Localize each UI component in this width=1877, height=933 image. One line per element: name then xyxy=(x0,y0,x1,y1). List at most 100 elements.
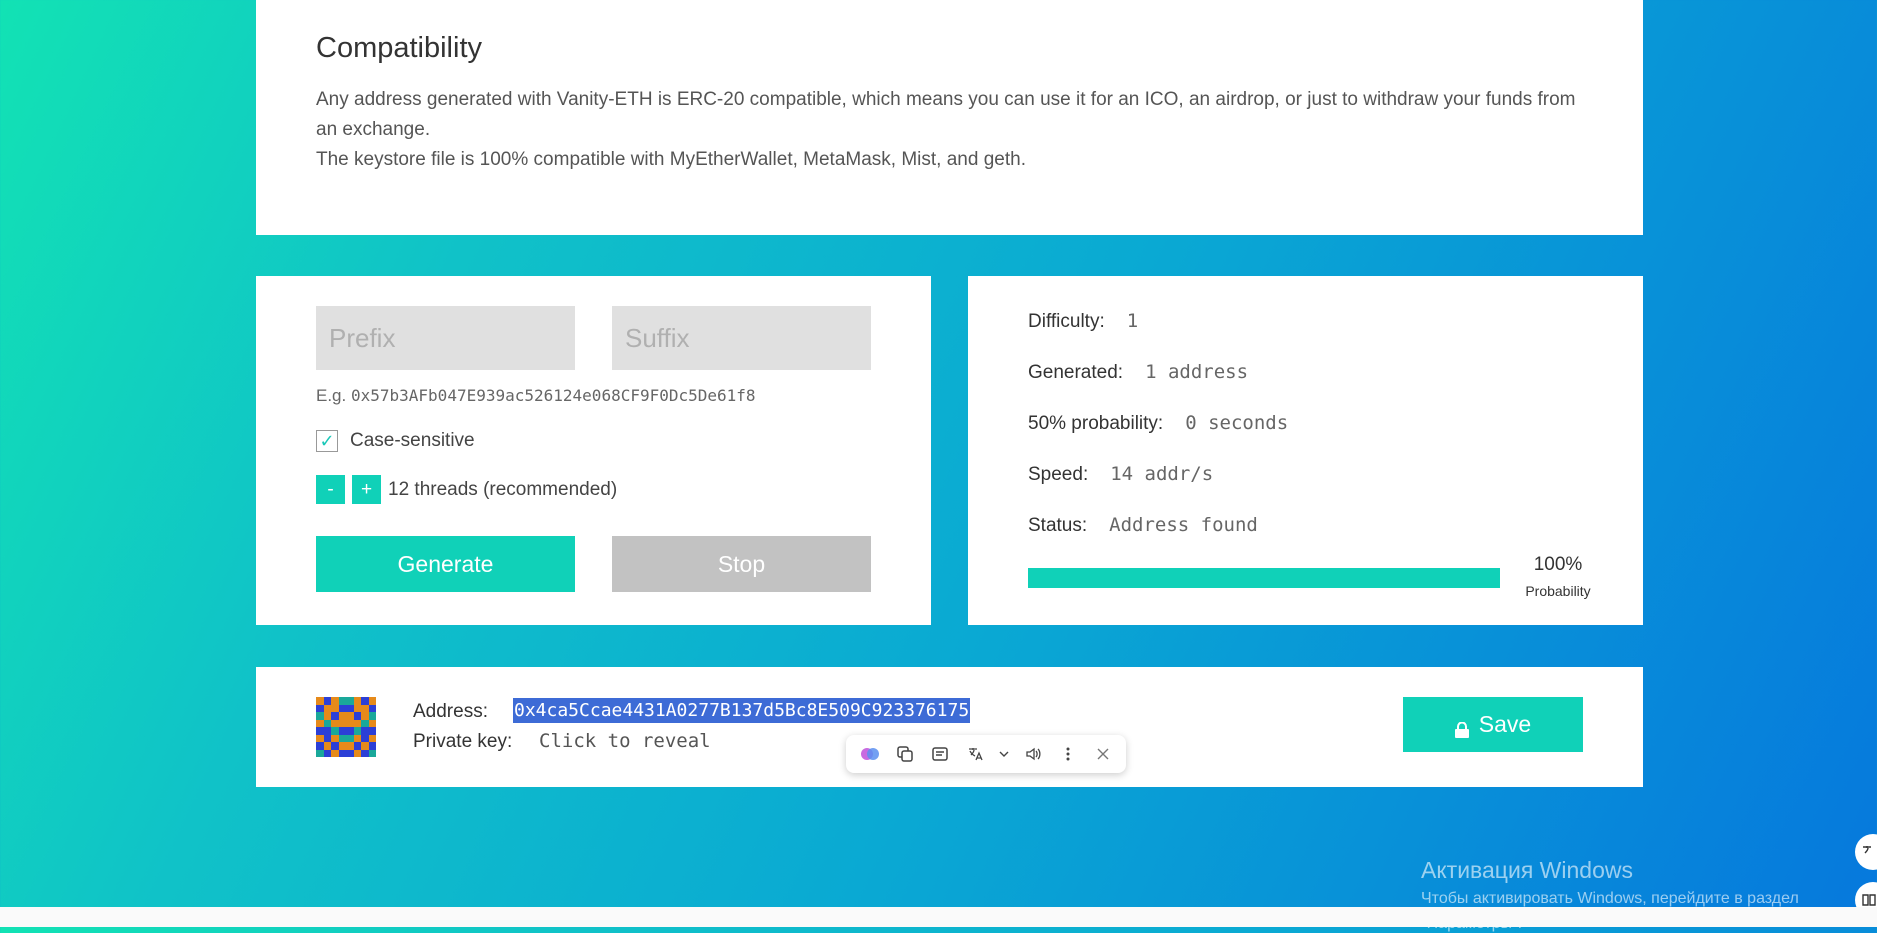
brain-icon[interactable] xyxy=(858,742,882,766)
more-icon[interactable] xyxy=(1056,742,1080,766)
identicon-cell xyxy=(346,704,354,712)
probability-caption: Probability xyxy=(1525,583,1591,599)
identicon-cell xyxy=(316,734,324,742)
identicon-cell xyxy=(346,719,354,727)
identicon-cell xyxy=(368,697,376,705)
identicon-cell xyxy=(353,734,361,742)
checkmark-icon: ✓ xyxy=(319,430,335,451)
identicon-cell xyxy=(323,712,331,720)
suffix-input[interactable] xyxy=(612,306,871,370)
chevron-down-icon[interactable] xyxy=(998,742,1010,766)
identicon-cell xyxy=(338,704,346,712)
identicon-cell xyxy=(323,734,331,742)
translate-side-icon[interactable] xyxy=(1855,834,1877,870)
identicon-cell xyxy=(323,697,331,705)
compatibility-text-2: The keystore file is 100% compatible wit… xyxy=(316,149,1026,170)
identicon-cell xyxy=(331,734,339,742)
identicon-cell xyxy=(338,712,346,720)
identicon-cell xyxy=(316,697,324,705)
private-key-label: Private key: xyxy=(413,731,513,752)
probability50-row: 50% probability: 0 seconds xyxy=(1028,412,1288,435)
compatibility-card: Compatibility Any address generated with… xyxy=(256,0,1643,235)
generated-label: Generated: xyxy=(1028,362,1124,383)
identicon-cell xyxy=(323,749,331,757)
generated-row: Generated: 1 address xyxy=(1028,361,1248,384)
selection-toolbar xyxy=(846,735,1126,773)
compatibility-title: Compatibility xyxy=(316,32,482,64)
identicon-cell xyxy=(316,749,324,757)
identicon-cell xyxy=(331,697,339,705)
difficulty-value: 1 xyxy=(1126,310,1139,332)
translate-icon[interactable] xyxy=(963,742,987,766)
stop-button[interactable]: Stop xyxy=(612,536,871,592)
generate-button[interactable]: Generate xyxy=(316,536,575,592)
identicon-cell xyxy=(316,742,324,750)
identicon-cell xyxy=(361,727,369,735)
identicon-cell xyxy=(368,734,376,742)
probability-progress-bar xyxy=(1028,568,1500,588)
identicon-cell xyxy=(368,749,376,757)
identicon-cell xyxy=(331,742,339,750)
identicon-cell xyxy=(353,712,361,720)
case-sensitive-checkbox[interactable]: ✓ xyxy=(316,430,338,452)
threads-increment-button[interactable]: + xyxy=(352,475,381,504)
difficulty-label: Difficulty: xyxy=(1028,311,1105,332)
speaker-icon[interactable] xyxy=(1021,742,1045,766)
identicon-cell xyxy=(316,727,324,735)
identicon-cell xyxy=(346,749,354,757)
case-sensitive-option[interactable]: ✓ Case-sensitive xyxy=(316,430,475,452)
identicon-cell xyxy=(346,727,354,735)
identicon-cell xyxy=(323,704,331,712)
probability50-value: 0 seconds xyxy=(1185,412,1289,434)
identicon-cell xyxy=(361,749,369,757)
identicon-cell xyxy=(353,704,361,712)
identicon-cell xyxy=(361,734,369,742)
identicon-cell xyxy=(361,697,369,705)
identicon-cell xyxy=(338,697,346,705)
status-label: Status: xyxy=(1028,515,1088,536)
identicon-cell xyxy=(353,742,361,750)
windows-activation-title: Активация Windows xyxy=(1421,857,1633,883)
status-value: Address found xyxy=(1109,514,1258,536)
identicon-cell xyxy=(316,712,324,720)
identicon-cell xyxy=(338,734,346,742)
close-icon[interactable] xyxy=(1091,742,1115,766)
identicon-cell xyxy=(338,719,346,727)
identicon-cell xyxy=(346,712,354,720)
identicon-avatar xyxy=(316,697,376,757)
threads-decrement-button[interactable]: - xyxy=(316,475,345,504)
identicon-cell xyxy=(353,727,361,735)
save-button[interactable]: Save xyxy=(1403,697,1583,752)
address-value[interactable]: 0x4ca5Ccae4431A0277B137d5Bc8E509C9233761… xyxy=(513,698,971,723)
threads-control: - + 12 threads (recommended) xyxy=(316,475,617,504)
example-address-value: 0x57b3AFb047E939ac526124e068CF9F0Dc5De61… xyxy=(350,386,756,405)
stats-panel: Difficulty: 1 Generated: 1 address 50% p… xyxy=(968,276,1643,625)
identicon-cell xyxy=(346,734,354,742)
case-sensitive-label: Case-sensitive xyxy=(350,430,475,451)
identicon-cell xyxy=(331,727,339,735)
prefix-input[interactable] xyxy=(316,306,575,370)
private-key-reveal[interactable]: Click to reveal xyxy=(539,730,711,752)
identicon-cell xyxy=(323,742,331,750)
windows-activation-text: Чтобы активировать Windows, перейдите в … xyxy=(1421,890,1799,907)
threads-label: 12 threads (recommended) xyxy=(388,478,618,500)
identicon-cell xyxy=(368,742,376,750)
identicon-cell xyxy=(368,719,376,727)
identicon-cell xyxy=(361,704,369,712)
identicon-cell xyxy=(368,712,376,720)
identicon-cell xyxy=(338,727,346,735)
identicon-cell xyxy=(361,742,369,750)
status-row: Status: Address found xyxy=(1028,514,1258,537)
speed-row: Speed: 14 addr/s xyxy=(1028,463,1213,486)
speed-value: 14 addr/s xyxy=(1110,463,1214,485)
identicon-cell xyxy=(361,719,369,727)
identicon-cell xyxy=(331,712,339,720)
difficulty-row: Difficulty: 1 xyxy=(1028,310,1138,333)
identicon-cell xyxy=(346,742,354,750)
notes-icon[interactable] xyxy=(928,742,952,766)
identicon-cell xyxy=(368,704,376,712)
identicon-cell xyxy=(316,704,324,712)
copy-icon[interactable] xyxy=(893,742,917,766)
identicon-cell xyxy=(368,727,376,735)
bottom-strip xyxy=(0,907,1877,927)
